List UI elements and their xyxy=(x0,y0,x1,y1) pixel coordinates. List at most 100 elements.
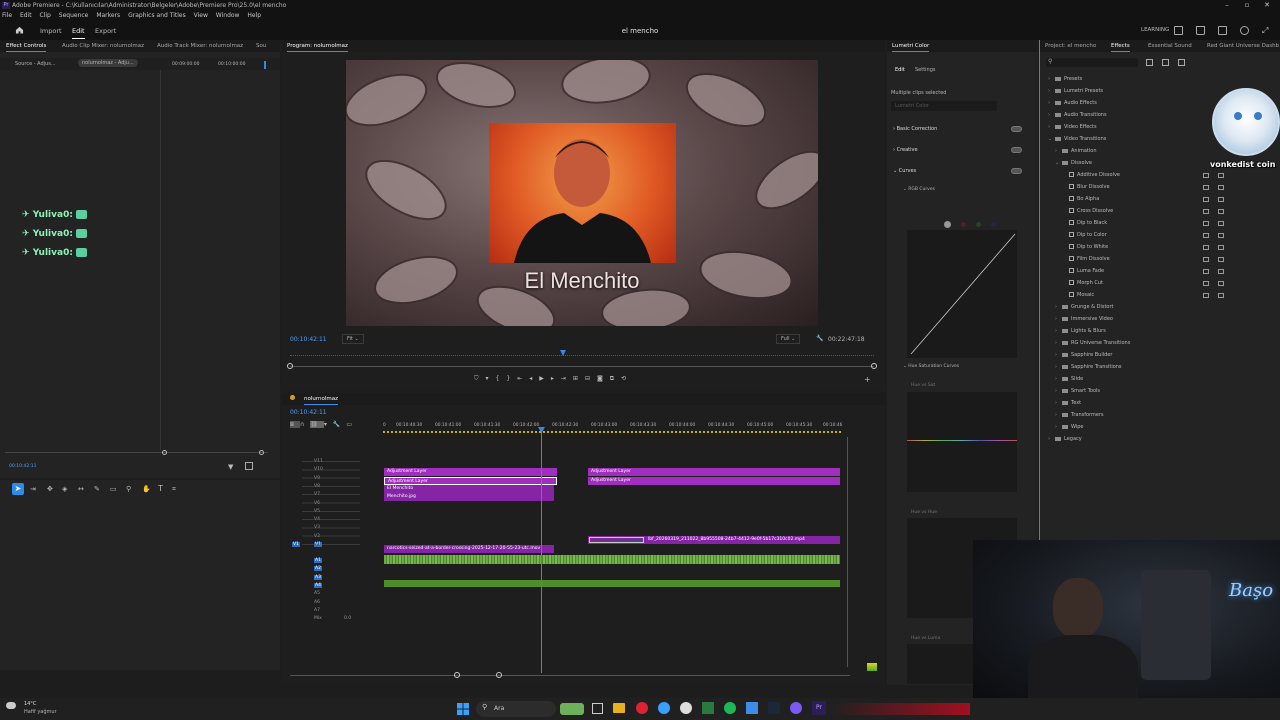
tab-source[interactable]: Sou xyxy=(256,43,266,49)
tab-red-giant[interactable]: Red Giant Universe Dashb xyxy=(1207,43,1279,49)
ripple-edit-tool-icon[interactable]: ✥ xyxy=(47,485,53,493)
section-basic-correction[interactable]: › Basic Correction xyxy=(893,126,937,132)
effects-tree-item[interactable]: › Sapphire Transitions xyxy=(1048,364,1278,376)
clip-adjustment-layer[interactable]: Adjustment Layer xyxy=(588,477,840,485)
effects-tree-item[interactable]: › Transformers xyxy=(1048,412,1278,424)
menu-window[interactable]: Window xyxy=(216,12,240,19)
slip-tool-icon[interactable]: ↔ xyxy=(78,485,84,493)
effects-tree-item[interactable]: › Wipe xyxy=(1048,424,1278,436)
tab-lumetri-color[interactable]: Lumetri Color xyxy=(892,43,930,52)
widget-icon[interactable] xyxy=(560,703,584,715)
clip-adjustment-layer[interactable]: Adjustment Layer xyxy=(384,477,557,485)
menu-file[interactable]: File xyxy=(2,12,12,19)
export-frame-icon[interactable] xyxy=(245,462,253,470)
panels-icon[interactable] xyxy=(1218,26,1227,35)
close-button[interactable]: ✕ xyxy=(1258,1,1276,10)
extract-icon[interactable]: ⊟ xyxy=(585,375,597,382)
effects-search-input[interactable]: ⚲ xyxy=(1046,58,1138,67)
lumetri-instance-dropdown[interactable]: Lumetri Color xyxy=(891,101,997,111)
video-frame[interactable]: El Menchito xyxy=(346,60,818,326)
windows-start-icon[interactable] xyxy=(457,703,469,715)
go-to-out-icon[interactable]: ⇥ xyxy=(561,375,573,382)
hand-tool-icon[interactable]: ✋ xyxy=(142,485,151,493)
tab-effects[interactable]: Effects xyxy=(1111,43,1130,52)
learning-button[interactable]: LEARNING xyxy=(1141,27,1169,33)
add-marker-icon[interactable]: ⛉ xyxy=(474,375,486,382)
go-to-in-icon[interactable]: ⇤ xyxy=(517,375,529,382)
mix-value[interactable]: 0.0 xyxy=(344,616,351,621)
32bit-filter-icon[interactable] xyxy=(1162,59,1169,66)
task-view-icon[interactable] xyxy=(592,703,603,714)
sequence-clip-label[interactable]: nolurnolmaz - Adju... xyxy=(78,59,138,67)
chevron-right-icon[interactable]: › xyxy=(1055,412,1062,418)
clip-narcotics-mov[interactable]: narcotics-seized-at-a-border-crossing-20… xyxy=(384,545,554,553)
effects-tree-item[interactable]: › Text xyxy=(1048,400,1278,412)
home-icon[interactable] xyxy=(15,26,24,34)
menu-graphics[interactable]: Graphics and Titles xyxy=(128,12,186,19)
chevron-right-icon[interactable]: › xyxy=(1055,316,1062,322)
mark-in-icon[interactable]: { xyxy=(496,375,507,382)
menu-edit[interactable]: Edit xyxy=(20,12,32,19)
add-marker-icon[interactable]: ▾ xyxy=(324,421,333,428)
chevron-right-icon[interactable]: › xyxy=(1048,124,1055,130)
tab-effect-controls[interactable]: Effect Controls xyxy=(6,43,47,52)
tab-essential-sound[interactable]: Essential Sound xyxy=(1148,43,1192,49)
effects-tree-item[interactable]: › Slide xyxy=(1048,376,1278,388)
program-ruler[interactable] xyxy=(290,352,874,356)
quick-search-icon[interactable] xyxy=(1240,26,1249,35)
blue-channel-icon[interactable] xyxy=(991,222,996,227)
effects-tree-item[interactable]: Film Dissolve xyxy=(1048,256,1278,268)
chevron-right-icon[interactable]: › xyxy=(1048,88,1055,94)
yuv-filter-icon[interactable] xyxy=(1178,59,1185,66)
file-explorer-icon[interactable] xyxy=(613,703,625,713)
ai-tool-icon[interactable]: ⌗ xyxy=(172,485,176,494)
timeline-hscroll[interactable] xyxy=(290,675,850,676)
export-frame-icon[interactable]: ◙ xyxy=(597,375,610,382)
effects-tree-item[interactable]: › Presets xyxy=(1048,76,1278,88)
pen-tool-icon[interactable]: ✎ xyxy=(94,485,100,493)
chevron-right-icon[interactable]: › xyxy=(1055,148,1062,154)
chevron-down-icon[interactable]: ⌄ xyxy=(1048,136,1055,142)
loop-icon[interactable]: ⟲ xyxy=(621,375,633,382)
section-creative[interactable]: › Creative xyxy=(893,147,918,153)
effects-tree-item[interactable]: Bo Alpha xyxy=(1048,196,1278,208)
effects-tree-item[interactable]: › Legacy xyxy=(1048,436,1278,448)
track-label[interactable]: A6 xyxy=(314,600,320,605)
mark-out-icon[interactable]: } xyxy=(506,375,517,382)
zoom-tool-icon[interactable]: ⚲ xyxy=(126,485,131,493)
tab-export[interactable]: Export xyxy=(95,27,116,35)
chevron-right-icon[interactable]: › xyxy=(1055,388,1062,394)
track-label[interactable]: A5 xyxy=(314,591,320,596)
track-select-tool-icon[interactable]: ⇥ xyxy=(30,485,36,493)
effects-tree-item[interactable]: Blur Dissolve xyxy=(1048,184,1278,196)
filter-icon[interactable]: ▼ xyxy=(228,463,233,471)
settings-wrench-icon[interactable]: 🔧 xyxy=(816,335,823,342)
type-tool-icon[interactable]: T xyxy=(158,484,163,493)
effects-tree-item[interactable]: Morph Cut xyxy=(1048,280,1278,292)
effects-tree-item[interactable]: › Lights & Blurs xyxy=(1048,328,1278,340)
effects-tree-item[interactable]: › Immersive Video xyxy=(1048,316,1278,328)
menu-sequence[interactable]: Sequence xyxy=(59,12,89,19)
lift-icon[interactable]: ⊞ xyxy=(573,375,585,382)
source-label[interactable]: Source - Adjus... xyxy=(15,61,56,67)
tab-program[interactable]: Program: nolurnolmaz xyxy=(287,43,348,52)
selection-tool-icon[interactable]: ➤ xyxy=(12,483,24,495)
effects-tree-item[interactable]: › RG Universe Transitions xyxy=(1048,340,1278,352)
chevron-right-icon[interactable]: › xyxy=(1048,100,1055,106)
track-label[interactable]: A3 xyxy=(314,574,322,580)
marker-icon[interactable]: ▾ xyxy=(486,375,496,382)
red-channel-icon[interactable] xyxy=(961,222,966,227)
browser-icon[interactable] xyxy=(636,702,648,714)
chevron-right-icon[interactable]: › xyxy=(1048,112,1055,118)
creative-toggle[interactable] xyxy=(1011,147,1022,153)
clip-adjustment-layer[interactable]: Adjustment Layer xyxy=(588,468,840,476)
chevron-right-icon[interactable]: › xyxy=(1055,328,1062,334)
excel-icon[interactable] xyxy=(702,702,714,714)
program-zoom-bar[interactable] xyxy=(290,366,874,367)
hue-sat-header[interactable]: ⌄ Hue Saturation Curves xyxy=(903,364,959,369)
effects-tree-item[interactable]: Cross Dissolve xyxy=(1048,208,1278,220)
effects-tree-item[interactable]: › Sapphire Builder xyxy=(1048,352,1278,364)
linked-selection-icon[interactable]: ⛓ xyxy=(310,421,324,428)
spotify-icon[interactable] xyxy=(724,702,736,714)
accelerated-filter-icon[interactable] xyxy=(1146,59,1153,66)
